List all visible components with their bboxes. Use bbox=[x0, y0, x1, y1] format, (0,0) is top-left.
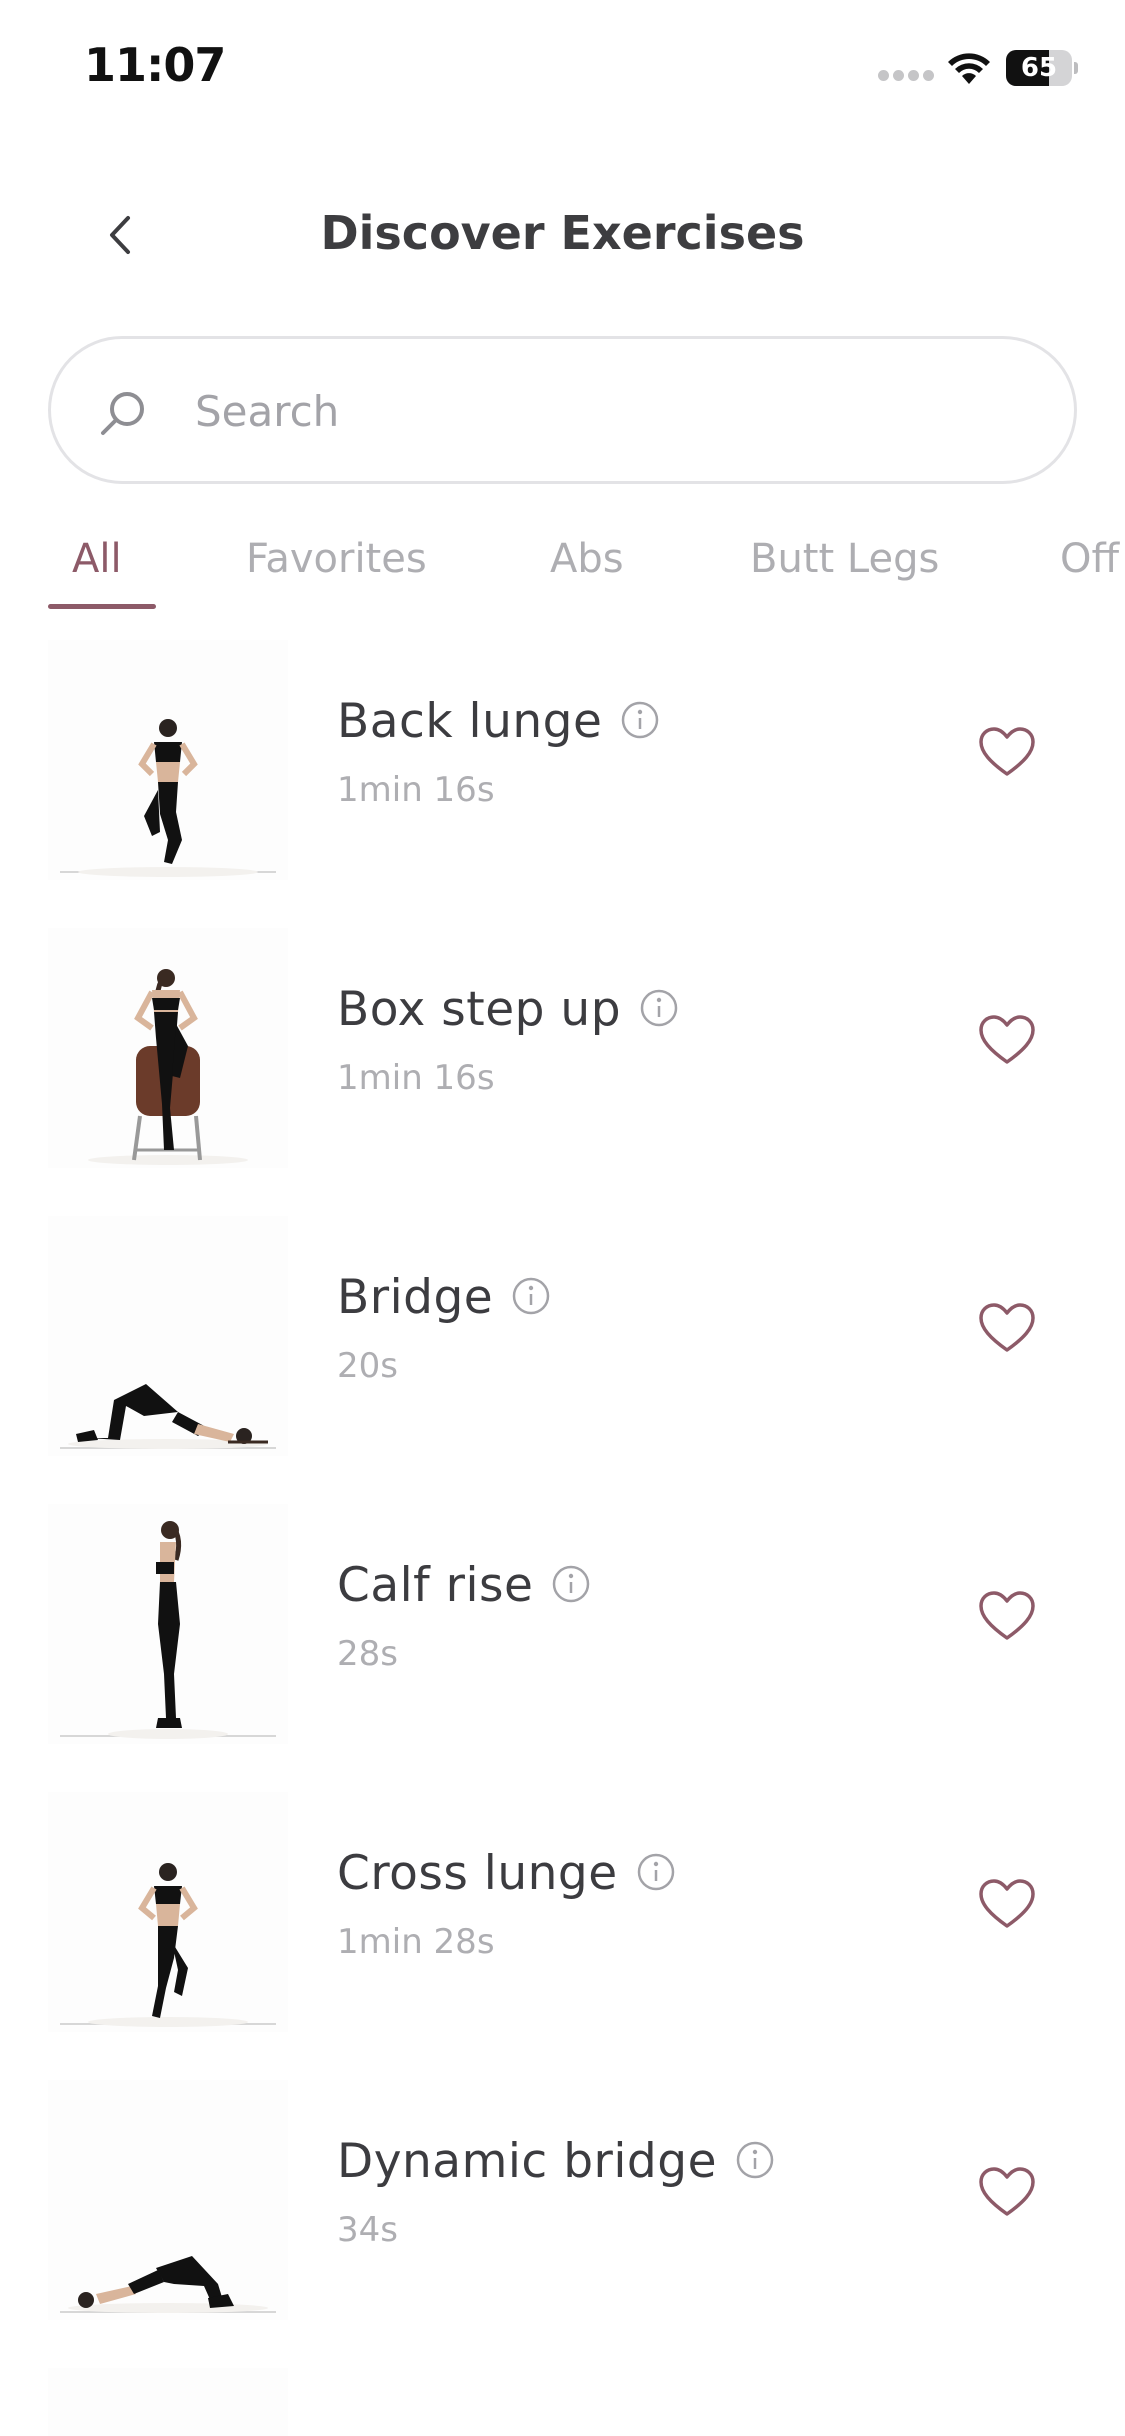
active-tab-indicator bbox=[48, 604, 156, 609]
exercise-thumbnail bbox=[48, 640, 288, 880]
favorite-heart-icon[interactable] bbox=[978, 1014, 1036, 1066]
info-icon[interactable] bbox=[639, 988, 679, 1028]
favorite-heart-icon[interactable] bbox=[978, 1302, 1036, 1354]
favorite-heart-icon[interactable] bbox=[978, 1590, 1036, 1642]
exercise-item-calf-rise[interactable]: Calf rise 28s bbox=[0, 1504, 1125, 1744]
exercise-item-dynamic-bridge[interactable]: Dynamic bridge 34s bbox=[0, 2080, 1125, 2320]
info-icon[interactable] bbox=[620, 700, 660, 740]
search-input[interactable] bbox=[195, 375, 1015, 447]
exercise-item-partial[interactable] bbox=[0, 2368, 1125, 2436]
battery-percentage: 65 bbox=[1020, 53, 1058, 83]
exercise-discovery-screen: 11:07 65 Discover Exercises Search All F… bbox=[0, 0, 1125, 2436]
tab-off[interactable]: Off bbox=[1060, 536, 1119, 582]
tab-abs[interactable]: Abs bbox=[550, 536, 624, 582]
exercise-name-row: Box step up bbox=[337, 982, 679, 1037]
exercise-name: Box step up bbox=[337, 982, 622, 1037]
info-icon[interactable] bbox=[551, 1564, 591, 1604]
exercise-thumbnail bbox=[48, 1792, 288, 2032]
exercise-duration: 1min 16s bbox=[337, 770, 495, 810]
favorite-heart-icon[interactable] bbox=[978, 2166, 1036, 2218]
info-icon[interactable] bbox=[511, 1276, 551, 1316]
exercise-name: Cross lunge bbox=[337, 1846, 618, 1901]
category-tabs: All Favorites Abs Butt Legs Off bbox=[0, 528, 1125, 612]
exercise-name-row: Dynamic bridge bbox=[337, 2134, 775, 2189]
exercise-thumbnail bbox=[48, 928, 288, 1168]
page-title: Discover Exercises bbox=[320, 206, 805, 260]
tab-favorites[interactable]: Favorites bbox=[246, 536, 427, 582]
cellular-signal-icon bbox=[878, 70, 934, 84]
exercise-duration: 20s bbox=[337, 1346, 398, 1386]
exercise-item-bridge[interactable]: Bridge 20s bbox=[0, 1216, 1125, 1456]
exercise-thumbnail bbox=[48, 2080, 288, 2320]
status-bar: 11:07 65 bbox=[0, 0, 1125, 130]
exercise-thumbnail bbox=[48, 1216, 288, 1456]
tab-butt-legs[interactable]: Butt Legs bbox=[750, 536, 939, 582]
exercise-item-box-step-up[interactable]: Box step up 1min 16s bbox=[0, 928, 1125, 1168]
favorite-heart-icon[interactable] bbox=[978, 726, 1036, 778]
tab-all[interactable]: All bbox=[72, 536, 122, 582]
exercise-name: Dynamic bridge bbox=[337, 2134, 718, 2189]
exercise-name: Back lunge bbox=[337, 694, 603, 749]
favorite-heart-icon[interactable] bbox=[978, 1878, 1036, 1930]
wifi-icon bbox=[948, 53, 990, 84]
exercise-name-row: Cross lunge bbox=[337, 1846, 676, 1901]
exercise-name-row: Bridge bbox=[337, 1270, 551, 1325]
info-icon[interactable] bbox=[735, 2140, 775, 2180]
header: Discover Exercises bbox=[0, 180, 1125, 290]
exercise-name: Bridge bbox=[337, 1270, 494, 1325]
exercise-name: Calf rise bbox=[337, 1558, 534, 1613]
exercise-item-back-lunge[interactable]: Back lunge 1min 16s bbox=[0, 640, 1125, 880]
exercise-duration: 28s bbox=[337, 1634, 398, 1674]
search-icon bbox=[101, 392, 144, 435]
exercise-thumbnail bbox=[48, 1504, 288, 1744]
exercise-duration: 1min 16s bbox=[337, 1058, 495, 1098]
info-icon[interactable] bbox=[636, 1852, 676, 1892]
exercise-name-row: Back lunge bbox=[337, 694, 660, 749]
exercise-duration: 34s bbox=[337, 2210, 398, 2250]
exercise-name-row: Calf rise bbox=[337, 1558, 591, 1613]
battery-icon: 65 bbox=[1006, 50, 1078, 86]
exercise-duration: 1min 28s bbox=[337, 1922, 495, 1962]
status-time: 11:07 bbox=[84, 38, 226, 92]
exercise-thumbnail bbox=[48, 2368, 288, 2436]
exercise-item-cross-lunge[interactable]: Cross lunge 1min 28s bbox=[0, 1792, 1125, 2032]
search-bar[interactable] bbox=[48, 336, 1077, 484]
